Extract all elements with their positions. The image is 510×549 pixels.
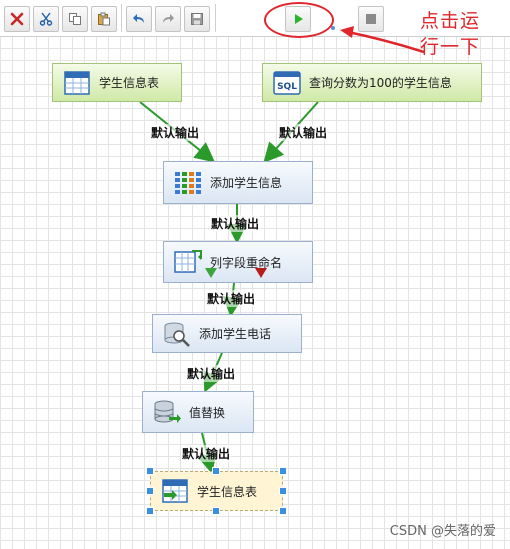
edge-label: 默认输出 <box>150 124 201 141</box>
node-student-table[interactable]: 学生信息表 <box>52 63 182 102</box>
data-search-icon <box>163 321 191 347</box>
edge-label: 默认输出 <box>206 290 257 307</box>
table-output-icon <box>161 478 189 504</box>
node-output-table[interactable]: 学生信息表 <box>150 471 283 511</box>
node-label: 添加学生信息 <box>210 176 283 190</box>
input-port-marker <box>205 268 217 278</box>
node-rename-fields[interactable]: 列字段重命名 <box>163 241 313 283</box>
annotation-circle <box>264 2 334 38</box>
resize-handle[interactable] <box>279 487 287 495</box>
annotation-text: 点击运 行一下 <box>420 8 492 60</box>
node-add-info[interactable]: 添加学生信息 <box>163 161 313 204</box>
resize-handle[interactable] <box>212 507 220 515</box>
node-label: 值替换 <box>189 405 226 420</box>
node-label: 学生信息表 <box>99 76 160 90</box>
node-label: 列字段重命名 <box>210 255 283 270</box>
annotation-line-2: 行一下 <box>420 36 481 58</box>
edge-label: 默认输出 <box>181 445 232 462</box>
sql-icon-text: SQL <box>277 82 297 92</box>
node-label: 学生信息表 <box>197 484 258 499</box>
edge-label: 默认输出 <box>210 215 261 232</box>
watermark: CSDN @失落的爱 <box>389 524 496 539</box>
sql-icon: SQL <box>273 70 301 96</box>
node-replace-value[interactable]: 值替换 <box>142 391 254 433</box>
database-replace-icon <box>153 399 181 425</box>
rename-columns-icon <box>174 249 202 275</box>
node-sql-query[interactable]: SQL 查询分数为100的学生信息 <box>262 63 482 102</box>
output-port-marker <box>255 268 267 278</box>
edge-label: 默认输出 <box>186 365 237 382</box>
node-add-phone[interactable]: 添加学生电话 <box>152 314 302 353</box>
resize-handle[interactable] <box>212 467 220 475</box>
table-icon <box>63 70 91 96</box>
column-add-icon <box>174 170 202 196</box>
resize-handle[interactable] <box>146 487 154 495</box>
edge-label: 默认输出 <box>278 124 329 141</box>
resize-handle[interactable] <box>146 467 154 475</box>
node-label: 添加学生电话 <box>199 327 272 341</box>
annotation-line-1: 点击运 <box>420 10 481 32</box>
resize-handle[interactable] <box>146 507 154 515</box>
annotation-arrow <box>340 26 425 54</box>
resize-handle[interactable] <box>279 507 287 515</box>
resize-handle[interactable] <box>279 467 287 475</box>
node-label: 查询分数为100的学生信息 <box>309 76 452 90</box>
